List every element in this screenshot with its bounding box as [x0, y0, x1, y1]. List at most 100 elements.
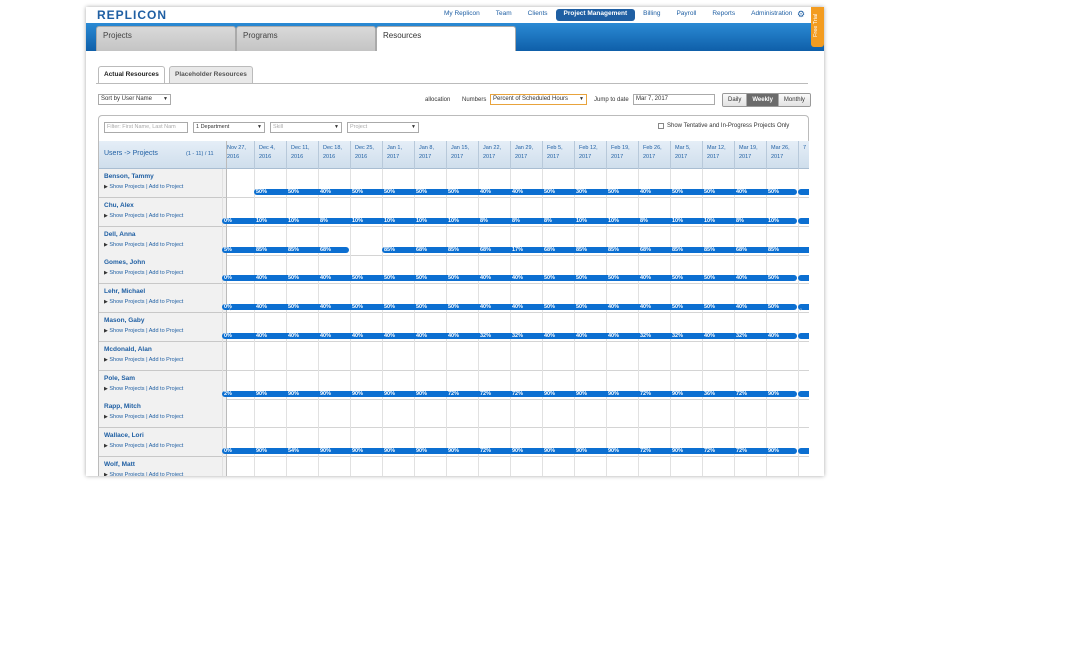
date-label: Jan 29, [515, 145, 534, 151]
user-name-link[interactable]: Wallace, Lori [104, 432, 144, 439]
numbers-select[interactable]: Percent of Scheduled Hours ▼ [490, 94, 587, 105]
expand-triangle-icon[interactable]: ▶ [104, 242, 108, 248]
tentative-checkbox[interactable] [658, 123, 664, 129]
add-to-project-link[interactable]: Add to Project [149, 472, 184, 476]
show-projects-link[interactable]: Show Projects [109, 184, 144, 190]
tab-programs-label: Programs [243, 31, 278, 40]
user-name-link[interactable]: Gomes, John [104, 259, 145, 266]
date-label: Jan 8, [419, 145, 434, 151]
allocation-percent: 10% [288, 217, 300, 224]
nav-my-replicon[interactable]: My Replicon [436, 9, 488, 21]
user-name-link[interactable]: Mcdonald, Alan [104, 346, 152, 353]
name-filter-input[interactable]: Filter: First Name, Last Nam [104, 122, 188, 133]
add-to-project-link[interactable]: Add to Project [149, 270, 184, 276]
tab-actual-resources[interactable]: Actual Resources [98, 66, 165, 83]
allocation-bar[interactable] [798, 189, 809, 195]
department-select[interactable]: 1 Department ▼ [193, 122, 265, 133]
date-column-header: Feb 5, 2017 [543, 141, 575, 169]
show-projects-link[interactable]: Show Projects [109, 386, 144, 392]
allocation-percent: 50% [416, 189, 428, 195]
grid-line [254, 399, 255, 429]
nav-payroll[interactable]: Payroll [668, 9, 704, 21]
expand-triangle-icon[interactable]: ▶ [104, 299, 108, 305]
tab-resources[interactable]: Resources [376, 26, 516, 51]
allocation-percent: 72% [736, 448, 748, 455]
free-trial-badge[interactable]: Free Trial [811, 7, 824, 47]
user-name-link[interactable]: Chu, Alex [104, 202, 134, 209]
user-name-link[interactable]: Benson, Tammy [104, 173, 154, 180]
allocation-bar[interactable] [798, 217, 809, 224]
expand-triangle-icon[interactable]: ▶ [104, 414, 108, 420]
expand-triangle-icon[interactable]: ▶ [104, 472, 108, 476]
add-to-project-link[interactable]: Add to Project [149, 386, 184, 392]
grid-line [286, 399, 287, 429]
expand-triangle-icon[interactable]: ▶ [104, 328, 108, 334]
scroll-right-icon[interactable]: › [800, 307, 802, 313]
date-column-header: Mar 5, 2017 [671, 141, 703, 169]
expand-triangle-icon[interactable]: ▶ [104, 270, 108, 276]
allocation-bar[interactable] [798, 448, 809, 455]
nav-reports[interactable]: Reports [704, 9, 743, 21]
allocation-percent: 32% [736, 333, 748, 339]
allocation-bar[interactable] [798, 333, 809, 339]
expand-triangle-icon[interactable]: ▶ [104, 386, 108, 392]
show-projects-link[interactable]: Show Projects [109, 299, 144, 305]
allocation-bar[interactable] [254, 189, 797, 195]
gear-icon[interactable]: ⚙ [797, 9, 807, 19]
allocation-percent: 85% [704, 246, 716, 253]
nav-billing[interactable]: Billing [635, 9, 668, 21]
scroll-left-icon[interactable]: ‹ [229, 307, 231, 313]
tab-programs[interactable]: Programs [236, 26, 376, 51]
user-name-link[interactable]: Pole, Sam [104, 375, 135, 382]
allocation-percent: 50% [608, 189, 620, 195]
user-name-link[interactable]: Mason, Gaby [104, 317, 144, 324]
nav-administration[interactable]: Administration [743, 9, 800, 21]
allocation-bar[interactable] [798, 275, 809, 282]
show-projects-link[interactable]: Show Projects [109, 443, 144, 449]
add-to-project-link[interactable]: Add to Project [149, 299, 184, 305]
project-select[interactable]: Project ▼ [347, 122, 419, 133]
allocation-percent: 90% [320, 390, 332, 397]
add-to-project-link[interactable]: Add to Project [149, 414, 184, 420]
add-to-project-link[interactable]: Add to Project [149, 357, 184, 363]
add-to-project-link[interactable]: Add to Project [149, 443, 184, 449]
expand-triangle-icon[interactable]: ▶ [104, 213, 108, 219]
allocation-percent: 50% [288, 275, 300, 282]
expand-triangle-icon[interactable]: ▶ [104, 443, 108, 449]
show-projects-link[interactable]: Show Projects [109, 357, 144, 363]
view-monthly-button[interactable]: Monthly [778, 94, 810, 106]
user-name-link[interactable]: Wolf, Matt [104, 461, 135, 468]
add-to-project-link[interactable]: Add to Project [149, 184, 184, 190]
nav-team[interactable]: Team [488, 9, 520, 21]
add-to-project-link[interactable]: Add to Project [149, 242, 184, 248]
allocation-bar[interactable] [798, 390, 809, 397]
show-projects-link[interactable]: Show Projects [109, 328, 144, 334]
view-weekly-button[interactable]: Weekly [747, 94, 779, 106]
skill-select[interactable]: Skill ▼ [270, 122, 342, 133]
show-projects-link[interactable]: Show Projects [109, 270, 144, 276]
add-to-project-link[interactable]: Add to Project [149, 328, 184, 334]
user-name-link[interactable]: Lehr, Michael [104, 288, 145, 295]
sort-select[interactable]: Sort by User Name ▼ [98, 94, 171, 105]
nav-clients[interactable]: Clients [520, 9, 556, 21]
expand-triangle-icon[interactable]: ▶ [104, 184, 108, 190]
date-column-header: Mar 26, 2017 [767, 141, 799, 169]
jump-to-date-input[interactable]: Mar 7, 2017 [633, 94, 715, 105]
nav-project-management[interactable]: Project Management [555, 9, 636, 21]
user-row: Dell, Anna ▶ Show Projects | Add to Proje… [99, 226, 227, 256]
show-projects-link[interactable]: Show Projects [109, 472, 144, 476]
allocation-percent: 50% [576, 275, 588, 282]
user-name-link[interactable]: Dell, Anna [104, 231, 136, 238]
tab-projects[interactable]: Projects [96, 26, 236, 51]
date-label: Feb 26, [643, 145, 662, 151]
show-projects-link[interactable]: Show Projects [109, 414, 144, 420]
date-label: Jan 22, [483, 145, 502, 151]
user-name-link[interactable]: Rapp, Mitch [104, 403, 141, 410]
expand-triangle-icon[interactable]: ▶ [104, 357, 108, 363]
tab-placeholder-resources[interactable]: Placeholder Resources [169, 66, 253, 83]
view-daily-button[interactable]: Daily [723, 94, 748, 106]
show-projects-link[interactable]: Show Projects [109, 242, 144, 248]
show-projects-link[interactable]: Show Projects [109, 213, 144, 219]
tab-placeholder-resources-label: Placeholder Resources [175, 71, 247, 78]
add-to-project-link[interactable]: Add to Project [149, 213, 184, 219]
